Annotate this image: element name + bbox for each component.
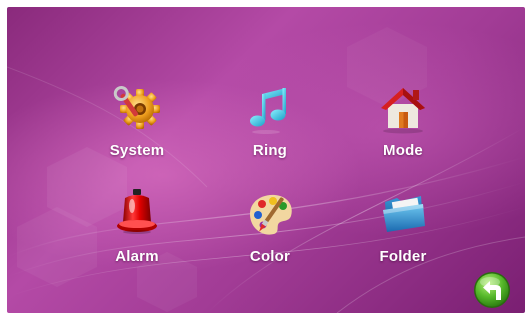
menu-item-label: Color xyxy=(249,248,291,265)
alarm-siren-icon xyxy=(109,186,165,242)
menu-item-label: Mode xyxy=(383,142,423,159)
menu-item-alarm[interactable]: Alarm xyxy=(82,186,192,278)
menu-item-folder[interactable]: Folder xyxy=(348,186,458,278)
back-arrow-icon xyxy=(473,271,511,309)
back-button[interactable] xyxy=(473,271,511,309)
menu-item-label: Folder xyxy=(379,248,427,265)
paint-palette-icon xyxy=(242,186,298,242)
house-icon xyxy=(375,80,431,136)
menu-screen: System Ring Mode Alarm Color Folder xyxy=(7,7,525,313)
menu-item-label: Alarm xyxy=(115,248,159,265)
menu-item-mode[interactable]: Mode xyxy=(348,80,458,172)
menu-item-label: System xyxy=(109,142,165,159)
music-note-icon xyxy=(242,80,298,136)
menu-item-system[interactable]: System xyxy=(82,80,192,172)
gear-icon xyxy=(109,80,165,136)
menu-item-label: Ring xyxy=(252,142,288,159)
folder-icon xyxy=(375,186,431,242)
menu-item-ring[interactable]: Ring xyxy=(215,80,325,172)
menu-item-color[interactable]: Color xyxy=(215,186,325,278)
